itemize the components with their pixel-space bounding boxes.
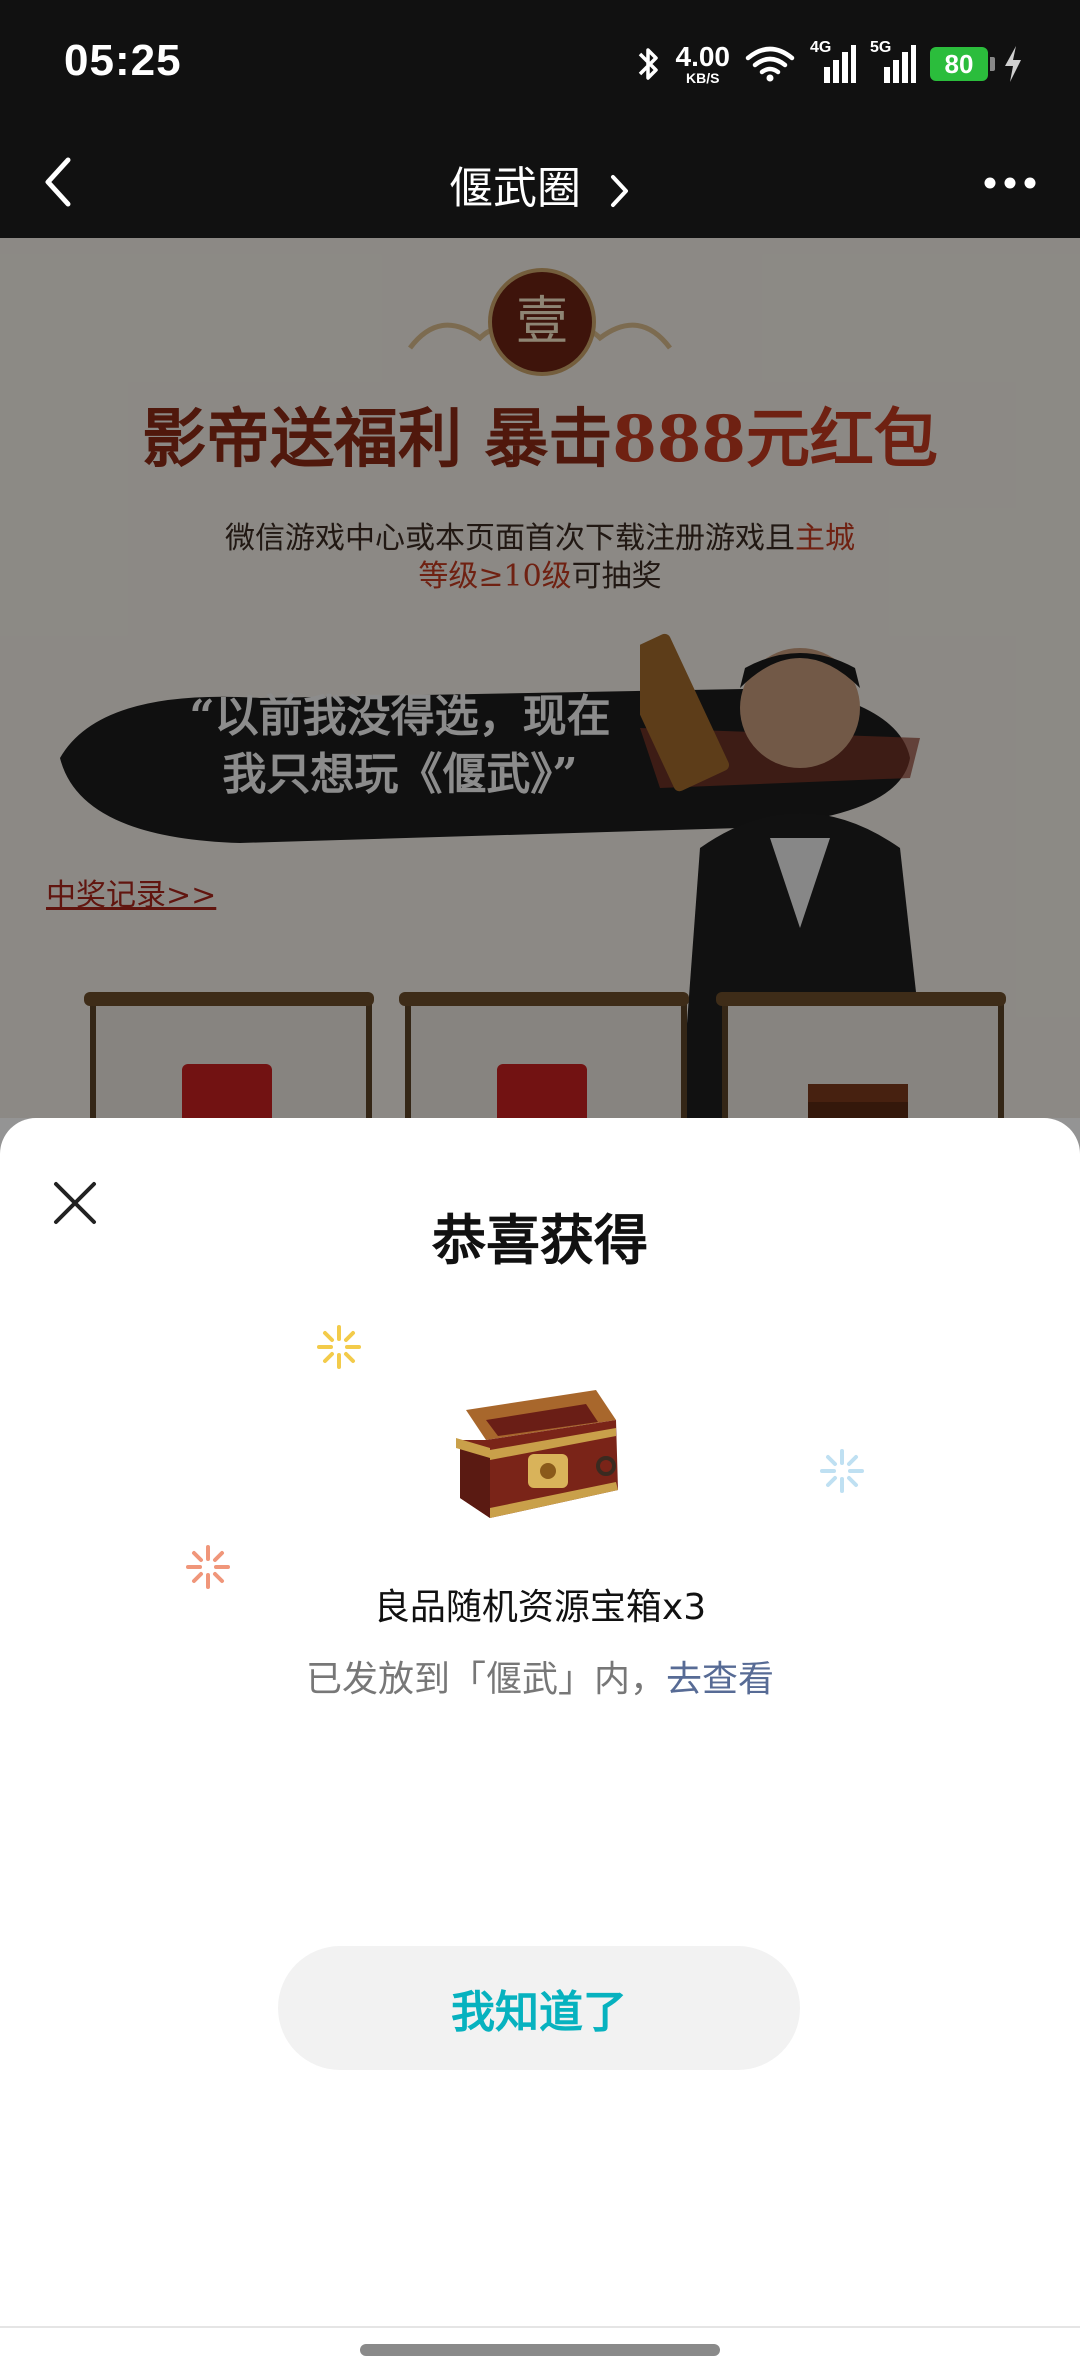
nav-title[interactable]: 偃武圈 [0, 152, 1080, 216]
network-speed: 4.00 KB/S [675, 41, 731, 86]
sheet-title: 恭喜获得 [432, 1209, 648, 1272]
nav-bar: 偃武圈 [0, 128, 1080, 238]
treasure-chest-icon [456, 1390, 618, 1518]
nav-title-text: 偃武圈 [449, 163, 581, 214]
sparkle-icon [820, 1449, 864, 1493]
more-options-icon[interactable] [980, 158, 1040, 208]
chevron-right-icon [611, 175, 628, 207]
acknowledge-button[interactable]: 我知道了 [278, 1946, 800, 2070]
cellular-signal-4g-icon: 4G [810, 39, 856, 85]
divider [0, 2326, 1080, 2328]
cellular-signal-5g-icon: 5G [870, 39, 916, 85]
sparkle-icon [317, 1325, 361, 1369]
charging-bolt-icon [1005, 46, 1021, 82]
status-icons: 4.00 KB/S 4G 5G 80 [636, 38, 1025, 90]
home-indicator[interactable] [360, 2344, 720, 2356]
battery-indicator: 80 [930, 47, 995, 81]
wifi-icon [745, 46, 795, 82]
view-reward-link[interactable]: 去查看 [666, 1659, 774, 1700]
status-time: 05:25 [64, 36, 182, 85]
status-bar: 05:25 4.00 KB/S 4G 5G 80 [0, 0, 1080, 128]
reward-note: 已发放到「偃武」内，去查看 [305, 1659, 775, 1700]
reward-name: 良品随机资源宝箱x3 [373, 1587, 707, 1628]
bluetooth-icon [638, 48, 658, 80]
reward-sheet: 恭喜获得 良品随机资源宝箱x3 已发放到「偃武」内，去查看 我知道了 [0, 1118, 1080, 2376]
